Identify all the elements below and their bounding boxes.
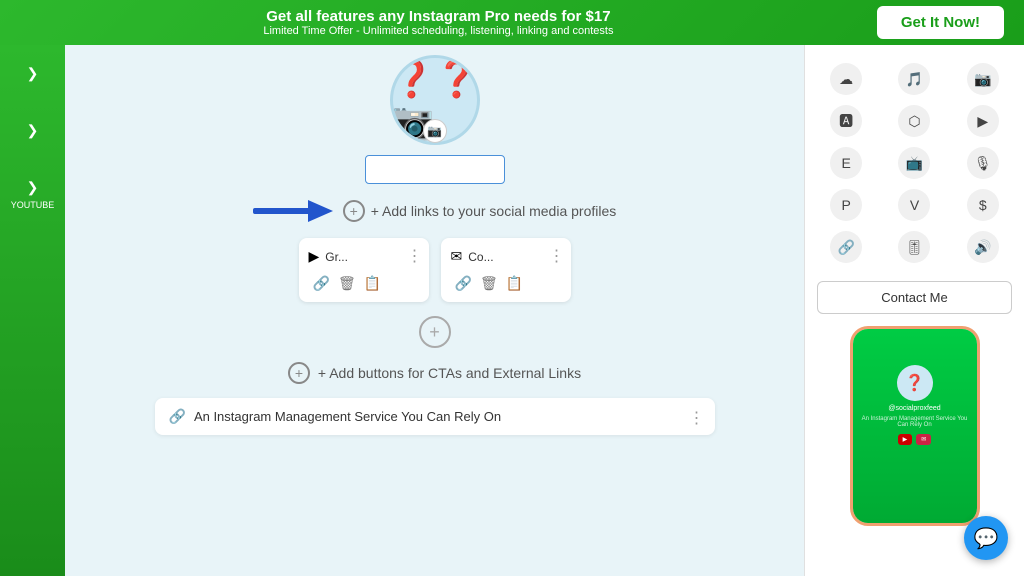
card-co-header: ✉ Co... xyxy=(451,248,561,265)
icon-soundcloud[interactable]: ☁ xyxy=(830,63,862,95)
icon-venmo[interactable]: V xyxy=(898,189,930,221)
camera-button[interactable]: 📷 xyxy=(423,119,447,143)
banner-text: Get all features any Instagram Pro needs… xyxy=(0,8,877,37)
icon-playstore[interactable]: ▶ xyxy=(967,105,999,137)
sidebar-item-2[interactable]: ❯ xyxy=(27,122,39,139)
card-gr-link-icon[interactable]: 🔗 xyxy=(313,275,330,292)
card-co-copy-icon[interactable]: 📋 xyxy=(506,275,523,292)
sidebar-item-1[interactable]: ❯ xyxy=(27,65,39,82)
banner-subtitle: Limited Time Offer - Unlimited schedulin… xyxy=(263,25,613,37)
icon-amazon[interactable]: 🅰 xyxy=(830,105,862,137)
icon-link[interactable]: 🔗 xyxy=(830,231,862,263)
card-co-link-icon[interactable]: 🔗 xyxy=(455,275,472,292)
bottom-card-menu[interactable]: ⋮ xyxy=(689,408,705,428)
icon-podcast[interactable]: 🎙 xyxy=(967,147,999,179)
social-card-co: ✉ Co... ⋮ 🔗 🗑 📋 xyxy=(441,238,571,302)
get-it-now-button[interactable]: Get It Now! xyxy=(877,6,1004,39)
icon-etsy[interactable]: E xyxy=(830,147,862,179)
phone-screen: ❓ @socialproxfeed An Instagram Managemen… xyxy=(853,329,977,523)
chat-icon: 💬 xyxy=(974,526,999,551)
add-cta-plus-icon: + xyxy=(288,362,310,384)
card-gr-copy-icon[interactable]: 📋 xyxy=(364,275,381,292)
add-social-button[interactable]: + + Add links to your social media profi… xyxy=(343,200,617,222)
icon-anchor[interactable]: 🔊 xyxy=(967,231,999,263)
bottom-card: 🔗 An Instagram Management Service You Ca… xyxy=(155,398,715,435)
phone-avatar: ❓ xyxy=(897,365,933,401)
chat-bubble-button[interactable]: 💬 xyxy=(964,516,1008,560)
sidebar-youtube-label: YOUTUBE xyxy=(11,200,55,210)
add-cta-row[interactable]: + + Add buttons for CTAs and External Li… xyxy=(288,362,581,384)
card-gr-delete-icon[interactable]: 🗑 xyxy=(338,275,356,292)
top-banner: Get all features any Instagram Pro needs… xyxy=(0,0,1024,45)
add-cta-label: + Add buttons for CTAs and External Link… xyxy=(318,365,581,381)
icon-twitch[interactable]: 📺 xyxy=(898,147,930,179)
add-social-row: + + Add links to your social media profi… xyxy=(85,200,784,222)
bottom-card-text: An Instagram Management Service You Can … xyxy=(194,409,501,424)
card-co-title: Co... xyxy=(468,250,493,264)
app-icon-grid: ☁ 🎵 📷 🅰 ⬡ ▶ E 📺 🎙 P V $ 🔗 🎚 🔊 xyxy=(817,57,1012,269)
icon-cashapp[interactable]: $ xyxy=(967,189,999,221)
card-gr-menu[interactable]: ⋮ xyxy=(407,246,423,266)
blue-arrow-icon xyxy=(253,200,333,222)
icon-spotify[interactable]: 🎵 xyxy=(898,63,930,95)
left-sidebar: ❯ ❯ ❯ YOUTUBE xyxy=(0,45,65,576)
icon-appstore[interactable]: ⬡ xyxy=(898,105,930,137)
name-input[interactable] xyxy=(365,155,505,184)
card-gr-title: Gr... xyxy=(325,250,348,264)
right-panel: ☁ 🎵 📷 🅰 ⬡ ▶ E 📺 🎙 P V $ 🔗 🎚 🔊 Contact Me xyxy=(804,45,1024,576)
card-gr-header: ▶ Gr... xyxy=(309,248,419,265)
phone-desc: An Instagram Management Service You Can … xyxy=(853,416,977,428)
add-social-label: + Add links to your social media profile… xyxy=(371,203,617,219)
center-content: ❓❓📷 📷 + + Add links to your social media… xyxy=(65,45,804,576)
phone-action-buttons: ▶ ✉ xyxy=(898,434,932,445)
phone-username: @socialproxfeed xyxy=(888,405,940,412)
card-co-icon: ✉ xyxy=(451,248,463,265)
add-more-button[interactable]: + xyxy=(419,316,451,348)
contact-me-button[interactable]: Contact Me xyxy=(817,281,1012,314)
phone-email-btn[interactable]: ✉ xyxy=(916,434,931,445)
card-co-delete-icon[interactable]: 🗑 xyxy=(480,275,498,292)
sidebar-youtube[interactable]: ❯ YOUTUBE xyxy=(11,179,55,210)
card-gr-actions: 🔗 🗑 📋 xyxy=(309,275,419,292)
icon-googlepodcasts[interactable]: 🎚 xyxy=(898,231,930,263)
card-co-actions: 🔗 🗑 📋 xyxy=(451,275,561,292)
phone-youtube-btn[interactable]: ▶ xyxy=(898,434,913,445)
icon-paypal[interactable]: P xyxy=(830,189,862,221)
banner-title: Get all features any Instagram Pro needs… xyxy=(266,8,610,25)
icon-instagram[interactable]: 📷 xyxy=(967,63,999,95)
phone-outer: ❓ @socialproxfeed An Instagram Managemen… xyxy=(850,326,980,526)
avatar-container: ❓❓📷 📷 xyxy=(390,55,480,145)
social-cards: ▶ Gr... ⋮ 🔗 🗑 📋 ✉ Co... ⋮ 🔗 xyxy=(299,238,571,302)
social-card-gr: ▶ Gr... ⋮ 🔗 🗑 📋 xyxy=(299,238,429,302)
card-gr-icon: ▶ xyxy=(309,248,320,265)
card-co-menu[interactable]: ⋮ xyxy=(549,246,565,266)
plus-circle-icon: + xyxy=(343,200,365,222)
bottom-card-icon: 🔗 xyxy=(169,408,186,425)
main-layout: ❯ ❯ ❯ YOUTUBE ❓❓📷 📷 + + Add links xyxy=(0,45,1024,576)
